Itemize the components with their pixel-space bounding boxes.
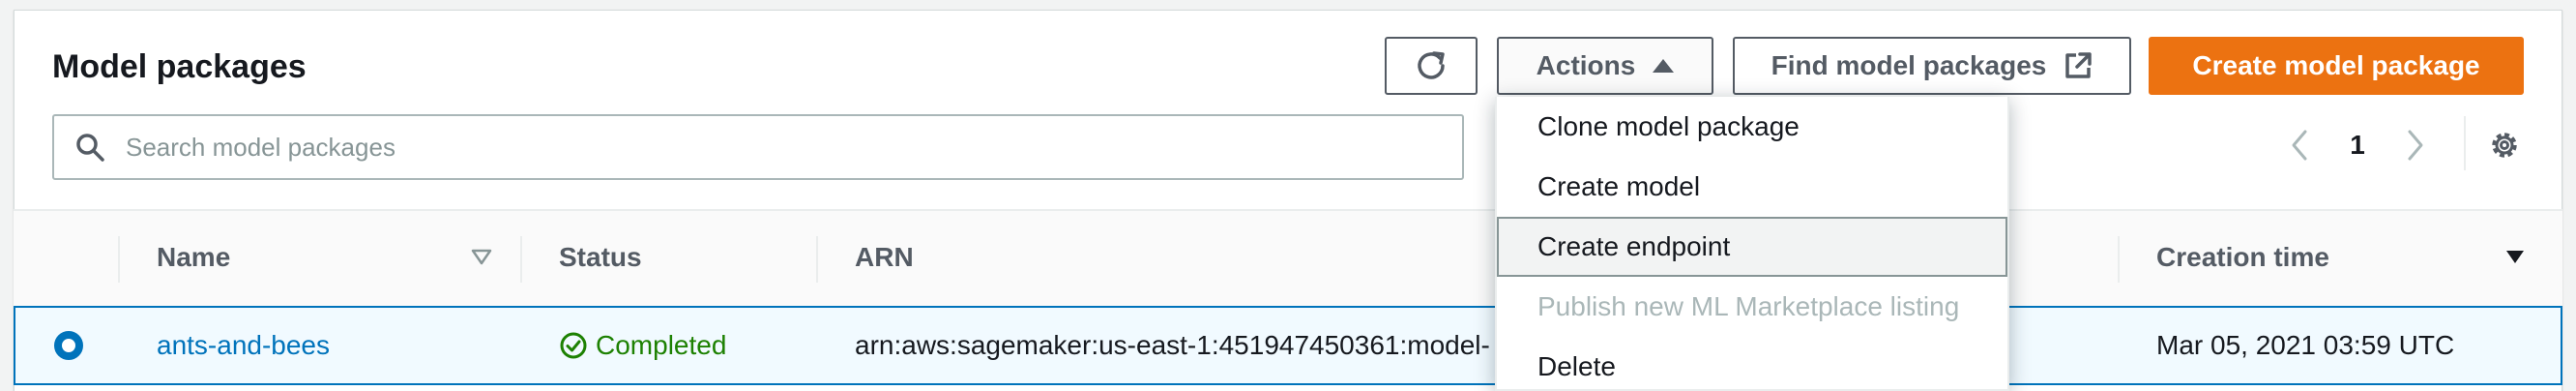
caret-down-outline-icon [471, 249, 492, 265]
chevron-right-icon [2408, 130, 2423, 161]
row-arn: arn:aws:sagemaker:us-east-1:451947450361… [855, 330, 1490, 360]
refresh-button[interactable] [1385, 37, 1478, 95]
table-row[interactable]: ants-and-bees Completed arn:aws:sagemake… [14, 306, 2562, 385]
actions-dropdown-button[interactable]: Actions [1497, 37, 1713, 95]
table-preferences-button[interactable] [2481, 118, 2528, 172]
caret-down-icon [2506, 251, 2524, 263]
find-button-label: Find model packages [1771, 50, 2047, 80]
current-page-number[interactable]: 1 [2338, 118, 2377, 172]
create-button-label: Create model package [2192, 50, 2480, 80]
chevron-left-icon [2292, 130, 2307, 161]
refresh-icon [1418, 51, 1445, 79]
pagination-divider [2464, 116, 2466, 170]
external-link-icon [2065, 52, 2093, 78]
create-model-package-button[interactable]: Create model package [2149, 37, 2524, 95]
menu-item-publish-marketplace-listing: Publish new ML Marketplace listing [1537, 291, 1960, 321]
next-page-button[interactable] [2396, 118, 2435, 172]
table-header: Name Status ARN Creation time [14, 209, 2562, 306]
status-text: Completed [596, 330, 727, 360]
column-header-creation-time[interactable]: Creation time [2156, 211, 2329, 304]
check-circle-icon [560, 332, 587, 359]
column-header-status[interactable]: Status [559, 211, 642, 304]
sort-descending-toggle[interactable] [2501, 211, 2530, 304]
column-header-name[interactable]: Name [157, 211, 230, 304]
menu-item-create-endpoint[interactable]: Create endpoint [1497, 217, 2007, 277]
row-status: Completed [559, 308, 726, 383]
gear-icon [2492, 133, 2517, 158]
previous-page-button[interactable] [2280, 118, 2319, 172]
model-package-name[interactable]: ants-and-bees [157, 330, 330, 361]
row-name-link[interactable]: ants-and-bees [157, 308, 330, 383]
caret-up-icon [1653, 59, 1675, 73]
name-filter-toggle[interactable] [462, 211, 501, 304]
actions-dropdown-menu: Clone model package Create model Create … [1495, 97, 2009, 391]
menu-item-clone-model-package[interactable]: Clone model package [1497, 97, 2007, 157]
actions-button-label: Actions [1536, 50, 1636, 80]
column-separator [118, 236, 120, 283]
page-title: Model packages [52, 48, 307, 85]
search-icon [54, 116, 126, 178]
column-separator [816, 236, 818, 283]
row-creation-time: Mar 05, 2021 03:59 UTC [2156, 330, 2455, 360]
find-model-packages-button[interactable]: Find model packages [1733, 37, 2131, 95]
search-input[interactable] [126, 132, 1421, 163]
column-separator [2118, 236, 2120, 283]
menu-item-delete[interactable]: Delete [1497, 337, 2007, 391]
search-box[interactable] [52, 114, 1464, 180]
column-separator [520, 236, 522, 283]
row-select-radio[interactable] [54, 331, 83, 360]
menu-item-create-model[interactable]: Create model [1497, 157, 2007, 217]
column-header-arn[interactable]: ARN [855, 211, 914, 304]
